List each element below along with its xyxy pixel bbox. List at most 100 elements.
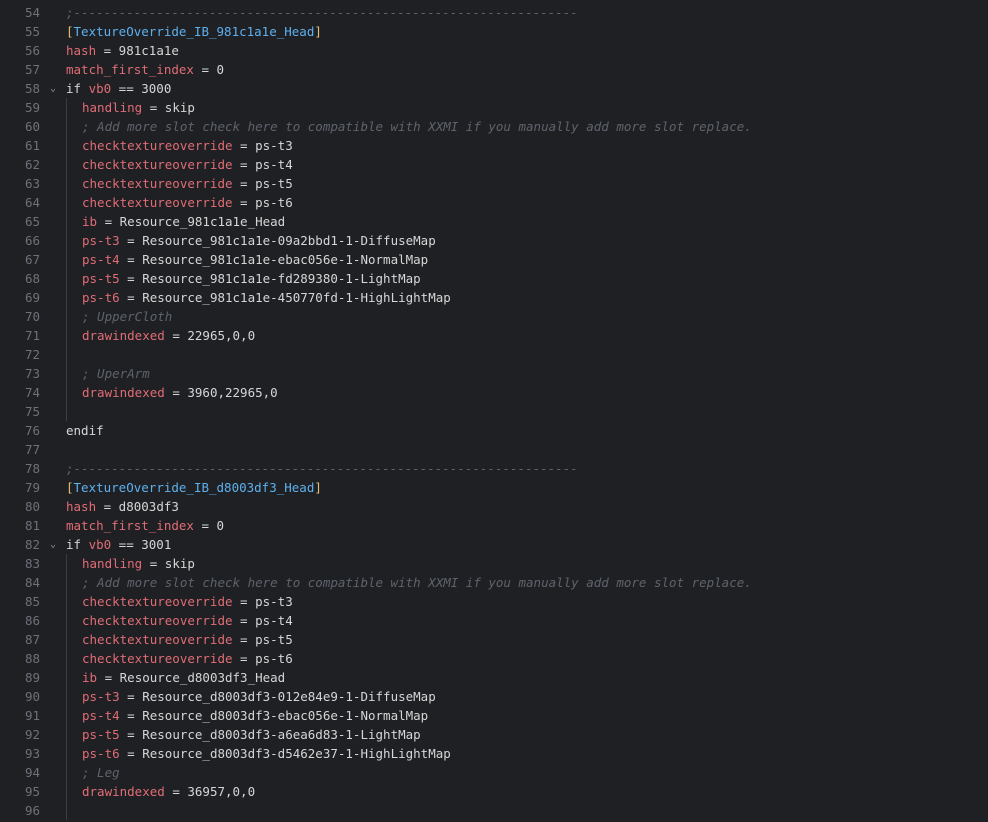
code-text: = ps-t3	[232, 138, 293, 153]
code-line[interactable]: 80 hash = d8003df3	[0, 497, 988, 516]
code-line[interactable]: 64 checktextureoverride = ps-t6	[0, 193, 988, 212]
code-line[interactable]: 71 drawindexed = 22965,0,0	[0, 326, 988, 345]
code-line[interactable]: 82 ⌄ if vb0 == 3001	[0, 535, 988, 554]
code-line[interactable]: 65 ib = Resource_981c1a1e_Head	[0, 212, 988, 231]
indent-guide	[66, 554, 67, 820]
code-line[interactable]: 79 [TextureOverride_IB_d8003df3_Head]	[0, 478, 988, 497]
line-number: 78	[24, 461, 40, 476]
line-number: 64	[24, 195, 40, 210]
code-line[interactable]: 90 ps-t3 = Resource_d8003df3-012e84e9-1-D…	[0, 687, 988, 706]
section-bracket: [	[66, 480, 74, 495]
code-line[interactable]: 70 ; UpperCloth	[0, 307, 988, 326]
code-line[interactable]: 63 checktextureoverride = ps-t5	[0, 174, 988, 193]
code-content: ps-t4 = Resource_981c1a1e-ebac056e-1-Nor…	[82, 250, 428, 269]
code-line[interactable]: 78 ;-------------------------------------…	[0, 459, 988, 478]
code-text: = Resource_981c1a1e-09a2bbd1-1-DiffuseMa…	[119, 233, 436, 248]
code-line[interactable]: 68 ps-t5 = Resource_981c1a1e-fd289380-1-L…	[0, 269, 988, 288]
code-line[interactable]: 87 checktextureoverride = ps-t5	[0, 630, 988, 649]
line-number: 83	[24, 556, 40, 571]
code-line[interactable]: 83 handling = skip	[0, 554, 988, 573]
code-line[interactable]: 72	[0, 345, 988, 364]
code-line[interactable]: 96	[0, 801, 988, 820]
code-line[interactable]: 57 match_first_index = 0	[0, 60, 988, 79]
code-content: ps-t6 = Resource_981c1a1e-450770fd-1-Hig…	[82, 288, 451, 307]
code-keyword: checktextureoverride	[82, 651, 233, 666]
code-line[interactable]: 75	[0, 402, 988, 421]
code-content: ;---------------------------------------…	[66, 459, 578, 478]
line-number: 63	[24, 176, 40, 191]
code-line[interactable]: 61 checktextureoverride = ps-t3	[0, 136, 988, 155]
code-line[interactable]: 89 ib = Resource_d8003df3_Head	[0, 668, 988, 687]
code-line[interactable]: 76 endif	[0, 421, 988, 440]
code-content: ps-t4 = Resource_d8003df3-ebac056e-1-Nor…	[82, 706, 428, 725]
code-line[interactable]: 84 ; Add more slot check here to compatib…	[0, 573, 988, 592]
code-keyword: drawindexed	[82, 385, 165, 400]
code-content: hash = d8003df3	[66, 497, 179, 516]
code-editor[interactable]: 54 ;-------------------------------------…	[0, 0, 988, 822]
code-text: if	[66, 537, 89, 552]
code-line[interactable]: 66 ps-t3 = Resource_981c1a1e-09a2bbd1-1-D…	[0, 231, 988, 250]
code-content: ps-t5 = Resource_d8003df3-a6ea6d83-1-Lig…	[82, 725, 421, 744]
code-content: checktextureoverride = ps-t3	[82, 136, 293, 155]
code-text: = ps-t3	[232, 594, 293, 609]
code-content: match_first_index = 0	[66, 60, 224, 79]
code-line[interactable]: 94 ; Leg	[0, 763, 988, 782]
code-keyword: hash	[66, 499, 97, 514]
chevron-down-icon[interactable]: ⌄	[47, 79, 59, 98]
line-number: 56	[24, 43, 40, 58]
code-content: checktextureoverride = ps-t4	[82, 611, 293, 630]
code-content: ps-t3 = Resource_981c1a1e-09a2bbd1-1-Dif…	[82, 231, 436, 250]
line-number: 96	[24, 803, 40, 818]
code-line[interactable]: 62 checktextureoverride = ps-t4	[0, 155, 988, 174]
code-content: ; UperArm	[82, 364, 150, 383]
section-bracket: ]	[314, 480, 322, 495]
code-keyword: checktextureoverride	[82, 613, 233, 628]
section-bracket: ]	[314, 24, 322, 39]
code-line[interactable]: 55 [TextureOverride_IB_981c1a1e_Head]	[0, 22, 988, 41]
code-content: checktextureoverride = ps-t5	[82, 174, 293, 193]
code-content: ;---------------------------------------…	[66, 3, 578, 22]
indent-guide	[66, 98, 67, 421]
code-line[interactable]: 86 checktextureoverride = ps-t4	[0, 611, 988, 630]
line-number: 75	[24, 404, 40, 419]
code-line[interactable]: 73 ; UperArm	[0, 364, 988, 383]
code-text: endif	[66, 423, 104, 438]
code-text: = skip	[142, 100, 195, 115]
code-line[interactable]: 58 ⌄ if vb0 == 3000	[0, 79, 988, 98]
code-line[interactable]: 59 handling = skip	[0, 98, 988, 117]
code-keyword: ps-t6	[82, 290, 120, 305]
code-text: == 3001	[111, 537, 172, 552]
code-content: drawindexed = 3960,22965,0	[82, 383, 278, 402]
code-content: match_first_index = 0	[66, 516, 224, 535]
code-text: = Resource_d8003df3-d5462e37-1-HighLight…	[119, 746, 451, 761]
code-keyword: checktextureoverride	[82, 157, 233, 172]
line-number: 89	[24, 670, 40, 685]
code-line[interactable]: 54 ;-------------------------------------…	[0, 3, 988, 22]
code-line[interactable]: 92 ps-t5 = Resource_d8003df3-a6ea6d83-1-L…	[0, 725, 988, 744]
code-content: drawindexed = 22965,0,0	[82, 326, 255, 345]
code-line[interactable]: 60 ; Add more slot check here to compatib…	[0, 117, 988, 136]
code-content: handling = skip	[82, 554, 195, 573]
code-line[interactable]: 95 drawindexed = 36957,0,0	[0, 782, 988, 801]
code-keyword: vb0	[88, 81, 112, 96]
chevron-down-icon[interactable]: ⌄	[47, 535, 59, 554]
code-keyword: match_first_index	[66, 518, 194, 533]
code-line[interactable]: 85 checktextureoverride = ps-t3	[0, 592, 988, 611]
code-content: if vb0 == 3000	[66, 79, 171, 98]
code-text: = 0	[193, 62, 225, 77]
code-line[interactable]: 67 ps-t4 = Resource_981c1a1e-ebac056e-1-N…	[0, 250, 988, 269]
code-line[interactable]: 88 checktextureoverride = ps-t6	[0, 649, 988, 668]
code-line[interactable]: 81 match_first_index = 0	[0, 516, 988, 535]
line-number: 57	[24, 62, 40, 77]
code-text: = Resource_d8003df3-ebac056e-1-NormalMap	[119, 708, 429, 723]
code-comment: ; Add more slot check here to compatible…	[82, 575, 752, 590]
code-line[interactable]: 77	[0, 440, 988, 459]
code-keyword: handling	[82, 556, 143, 571]
code-content: checktextureoverride = ps-t5	[82, 630, 293, 649]
code-line[interactable]: 56 hash = 981c1a1e	[0, 41, 988, 60]
line-number: 81	[24, 518, 40, 533]
code-line[interactable]: 74 drawindexed = 3960,22965,0	[0, 383, 988, 402]
code-line[interactable]: 93 ps-t6 = Resource_d8003df3-d5462e37-1-H…	[0, 744, 988, 763]
code-line[interactable]: 69 ps-t6 = Resource_981c1a1e-450770fd-1-H…	[0, 288, 988, 307]
code-line[interactable]: 91 ps-t4 = Resource_d8003df3-ebac056e-1-N…	[0, 706, 988, 725]
